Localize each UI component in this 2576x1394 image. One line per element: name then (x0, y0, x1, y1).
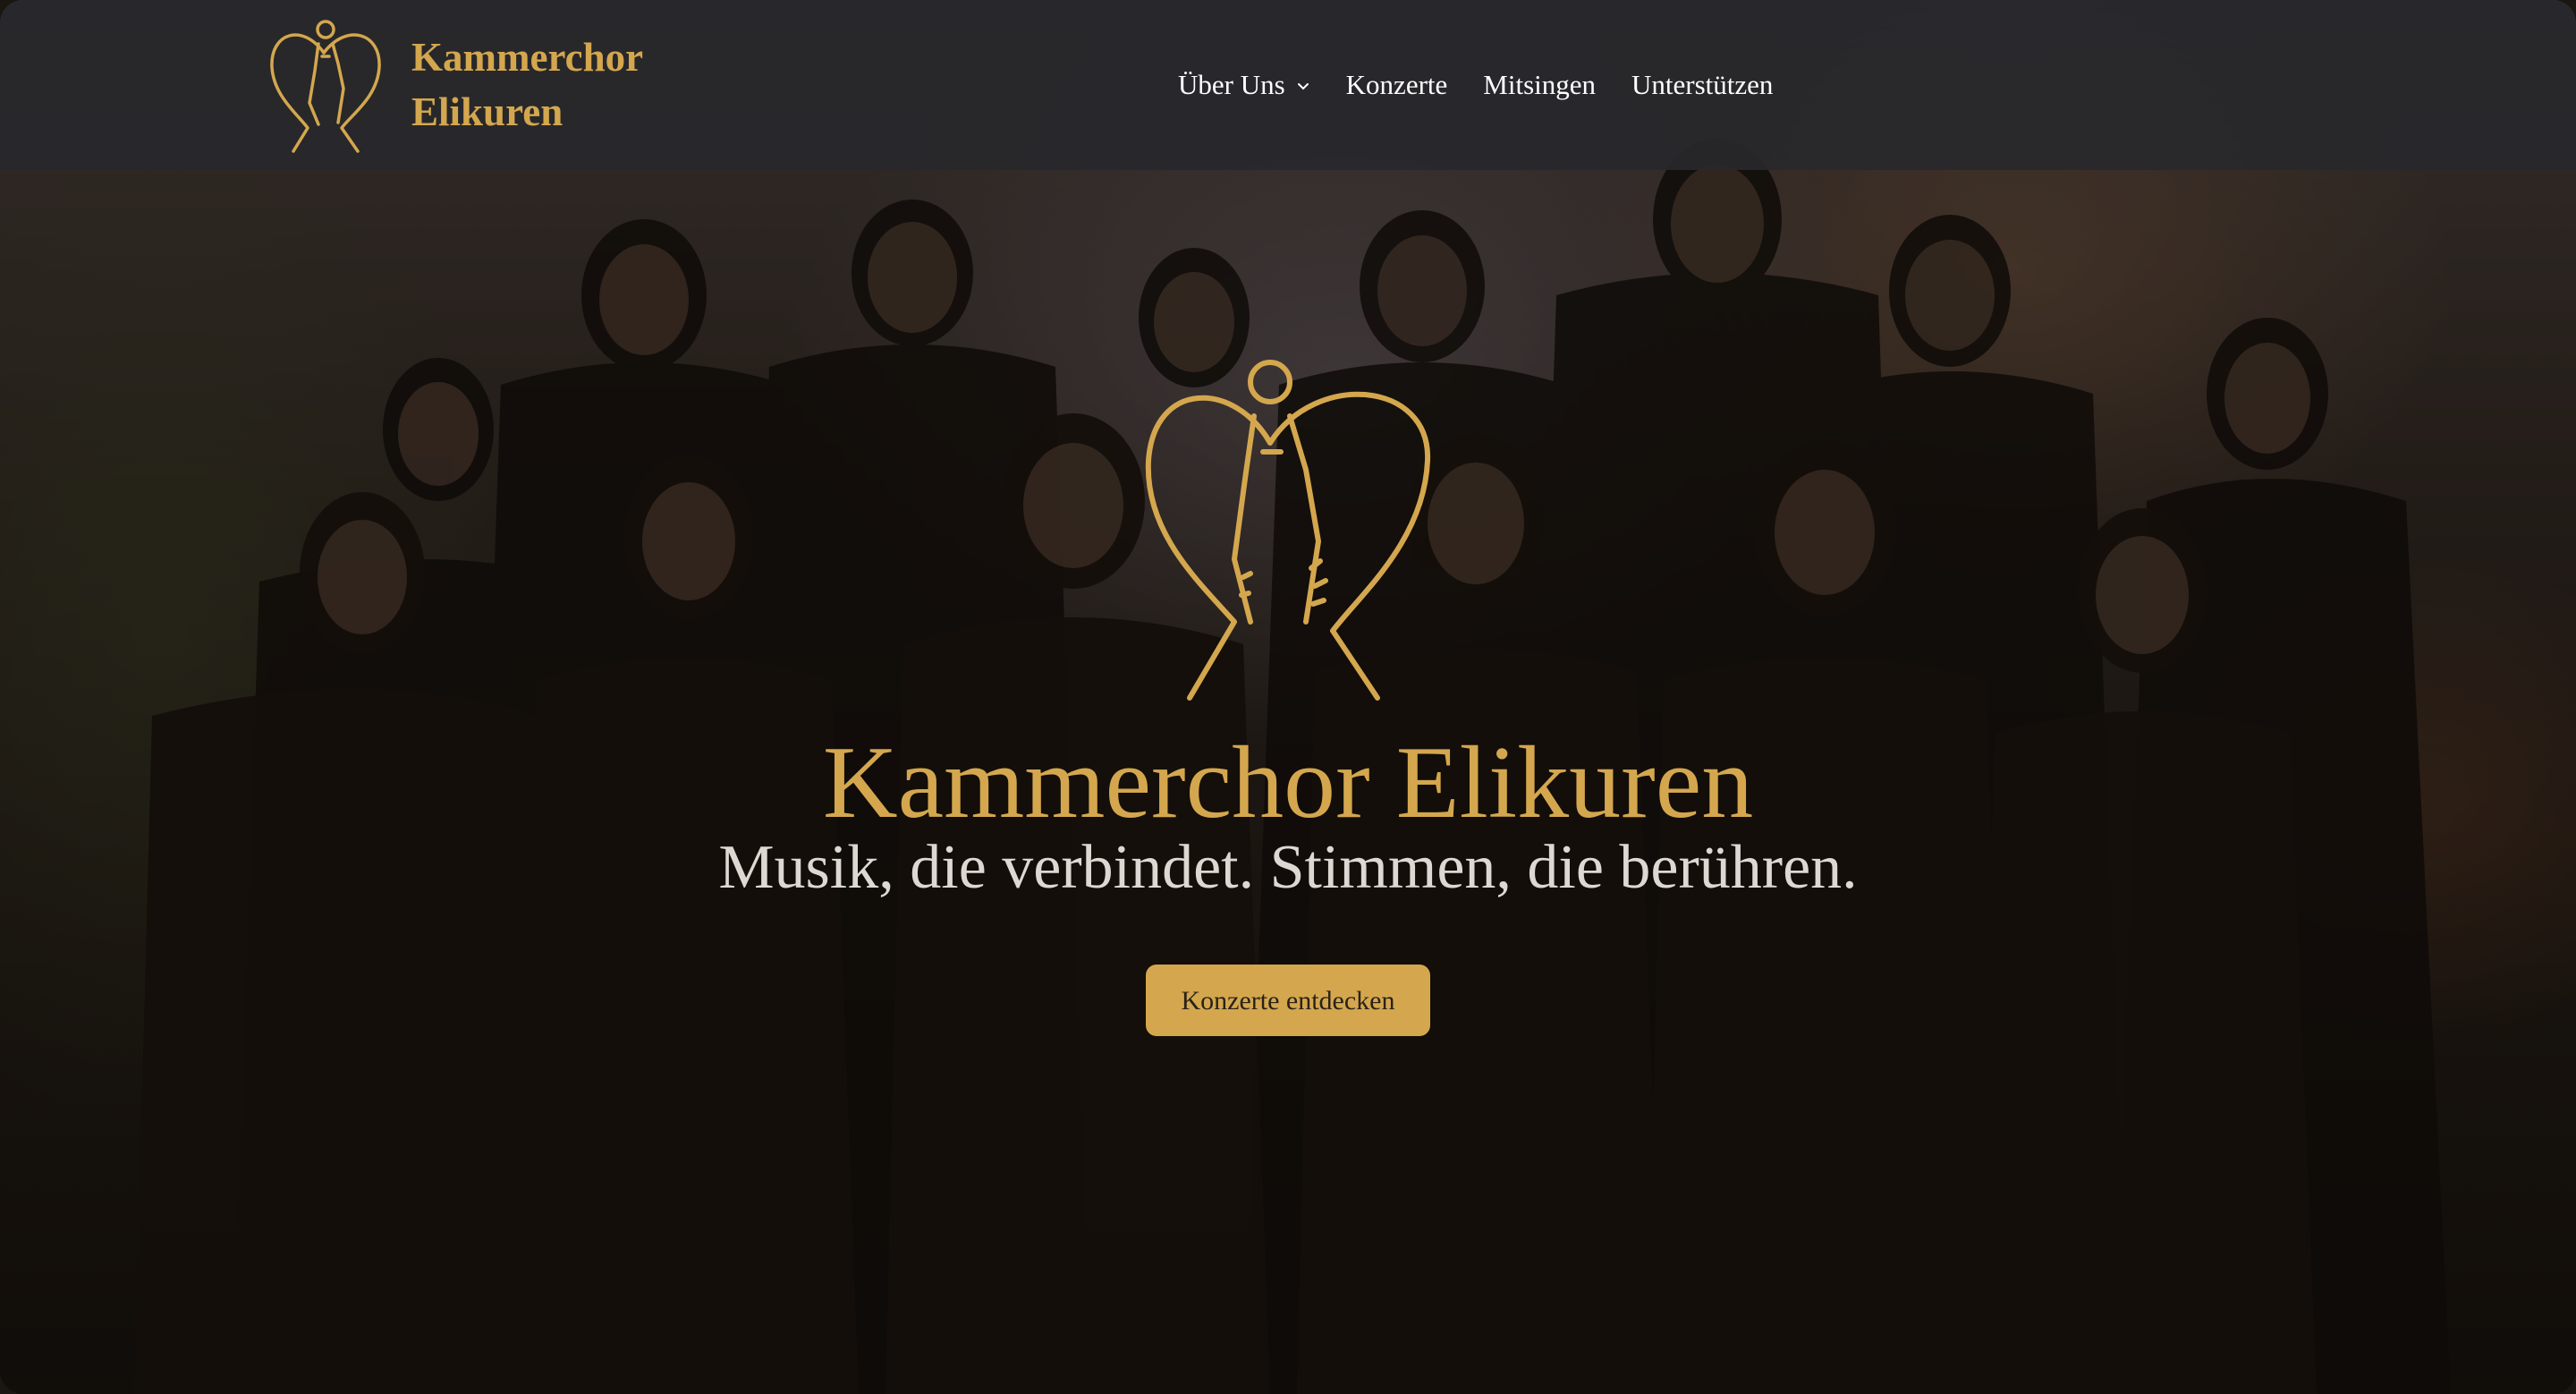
page: Kammerchor Elikuren Über Uns Konzerte Mi… (0, 0, 2576, 1394)
brand-home-link[interactable]: Kammerchor Elikuren (267, 11, 643, 159)
hero-title: Kammerchor Elikuren (822, 726, 1754, 840)
brand-line-1: Kammerchor (411, 35, 644, 80)
nav-item-ueber-uns[interactable]: Über Uns (1178, 69, 1310, 101)
hero-subtitle: Musik, die verbindet. Stimmen, die berüh… (718, 833, 1858, 902)
discover-concerts-button[interactable]: Konzerte entdecken (1146, 965, 1430, 1036)
brand-name: Kammerchor Elikuren (411, 30, 643, 140)
nav-item-label: Mitsingen (1483, 69, 1597, 100)
nav-item-label: Über Uns (1178, 69, 1285, 100)
nav-item-unterstuetzen[interactable]: Unterstützen (1631, 69, 1773, 101)
nav-item-mitsingen[interactable]: Mitsingen (1483, 69, 1596, 101)
nav-item-label: Konzerte (1345, 69, 1448, 100)
chevron-down-icon (1297, 83, 1309, 90)
main-navigation: Über Uns Konzerte Mitsingen Unterstützen (1178, 54, 1773, 116)
hero-angel-logo-icon (1145, 360, 1431, 701)
nav-item-label: Unterstützen (1631, 69, 1774, 100)
nav-item-konzerte[interactable]: Konzerte (1346, 69, 1448, 101)
site-header: Kammerchor Elikuren Über Uns Konzerte Mi… (0, 0, 2576, 170)
brand-line-2: Elikuren (411, 89, 564, 134)
angel-heart-icon (270, 20, 381, 153)
